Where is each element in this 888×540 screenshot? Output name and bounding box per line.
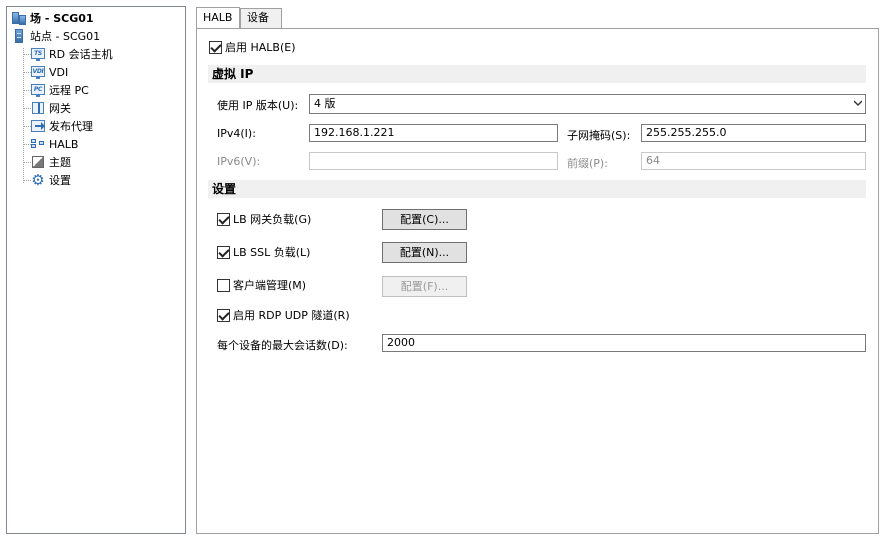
ip-version-value: 4 版 [314, 97, 336, 110]
gateway-icon [30, 100, 46, 116]
rdp-udp-label: 启用 RDP UDP 隧道(R) [233, 309, 350, 322]
tree-item-gateway[interactable]: 网关 [30, 99, 71, 117]
ipv4-field[interactable]: 192.168.1.221 [309, 124, 558, 142]
lb-gateway-checkbox[interactable] [217, 213, 230, 226]
tree-item-label: 网关 [49, 102, 71, 115]
vdi-icon: VDI [30, 64, 46, 80]
ipv4-label: IPv4(I): [217, 127, 256, 140]
tree-item-label: 站点 - SCG01 [30, 30, 101, 43]
tree-item-settings[interactable]: ⚙ 设置 [30, 171, 71, 189]
settings-header: 设置 [208, 180, 866, 198]
tree-item-farm[interactable]: 场 - SCG01 [11, 9, 94, 27]
rdp-udp-checkbox[interactable] [217, 309, 230, 322]
tree-item-theme[interactable]: 主题 [30, 153, 71, 171]
farm-icon [11, 10, 27, 26]
navigation-tree: 场 - SCG01 站点 - SCG01 TS RD 会话主机 VDI VDI … [6, 6, 186, 534]
theme-icon [30, 154, 46, 170]
pc-icon: PC [30, 82, 46, 98]
tree-item-label: 发布代理 [49, 120, 93, 133]
tree-item-label: 设置 [49, 174, 71, 187]
lb-ssl-checkbox[interactable] [217, 246, 230, 259]
configure-ssl-button[interactable]: 配置(N)... [382, 242, 467, 263]
tree-item-halb[interactable]: HALB [30, 135, 78, 153]
tree-item-site[interactable]: 站点 - SCG01 [11, 27, 100, 45]
client-management-checkbox[interactable] [217, 279, 230, 292]
subnet-mask-field[interactable]: 255.255.255.0 [641, 124, 866, 142]
chevron-down-icon [854, 100, 862, 106]
halb-panel: 启用 HALB(E) 虚拟 IP 使用 IP 版本(U): 4 版 IPv4(I… [196, 28, 879, 534]
ip-version-label: 使用 IP 版本(U): [217, 99, 299, 112]
tree-item-label: 主题 [49, 156, 71, 169]
tab-devices[interactable]: 设备 [240, 8, 282, 28]
ipv6-field[interactable] [309, 152, 558, 170]
halb-icon [30, 136, 46, 152]
tree-item-label: 远程 PC [49, 84, 89, 97]
prefix-label: 前缀(P): [567, 157, 608, 170]
enable-halb-label: 启用 HALB(E) [225, 41, 296, 54]
broker-icon [30, 118, 46, 134]
gear-icon: ⚙ [31, 171, 45, 189]
ip-version-select[interactable]: 4 版 [309, 94, 866, 114]
tree-item-label: RD 会话主机 [49, 48, 113, 61]
lb-ssl-label: LB SSL 负载(L) [233, 246, 311, 259]
tree-item-remote-pc[interactable]: PC 远程 PC [30, 81, 89, 99]
client-management-label: 客户端管理(M) [233, 279, 307, 292]
enable-halb-checkbox[interactable] [209, 41, 222, 54]
max-sessions-label: 每个设备的最大会话数(D): [217, 339, 348, 352]
prefix-field[interactable]: 64 [641, 152, 866, 170]
configure-client-button[interactable]: 配置(F)... [382, 276, 467, 297]
ipv6-label: IPv6(V): [217, 155, 261, 168]
max-sessions-field[interactable]: 2000 [382, 334, 866, 352]
lb-gateway-label: LB 网关负载(G) [233, 213, 312, 226]
ts-icon: TS [30, 46, 46, 62]
tree-item-label: VDI [49, 65, 69, 79]
tree-item-label: 场 - SCG01 [30, 12, 94, 25]
tree-item-rd-session-host[interactable]: TS RD 会话主机 [30, 45, 113, 63]
configure-gateway-button[interactable]: 配置(C)... [382, 209, 467, 230]
subnet-mask-label: 子网掩码(S): [567, 129, 631, 142]
tree-item-publishing-agent[interactable]: 发布代理 [30, 117, 93, 135]
server-icon [11, 28, 27, 44]
tab-halb[interactable]: HALB [196, 7, 240, 28]
virtual-ip-header: 虚拟 IP [208, 65, 866, 83]
tree-item-vdi[interactable]: VDI VDI [30, 63, 68, 81]
tree-item-label: HALB [49, 137, 79, 151]
